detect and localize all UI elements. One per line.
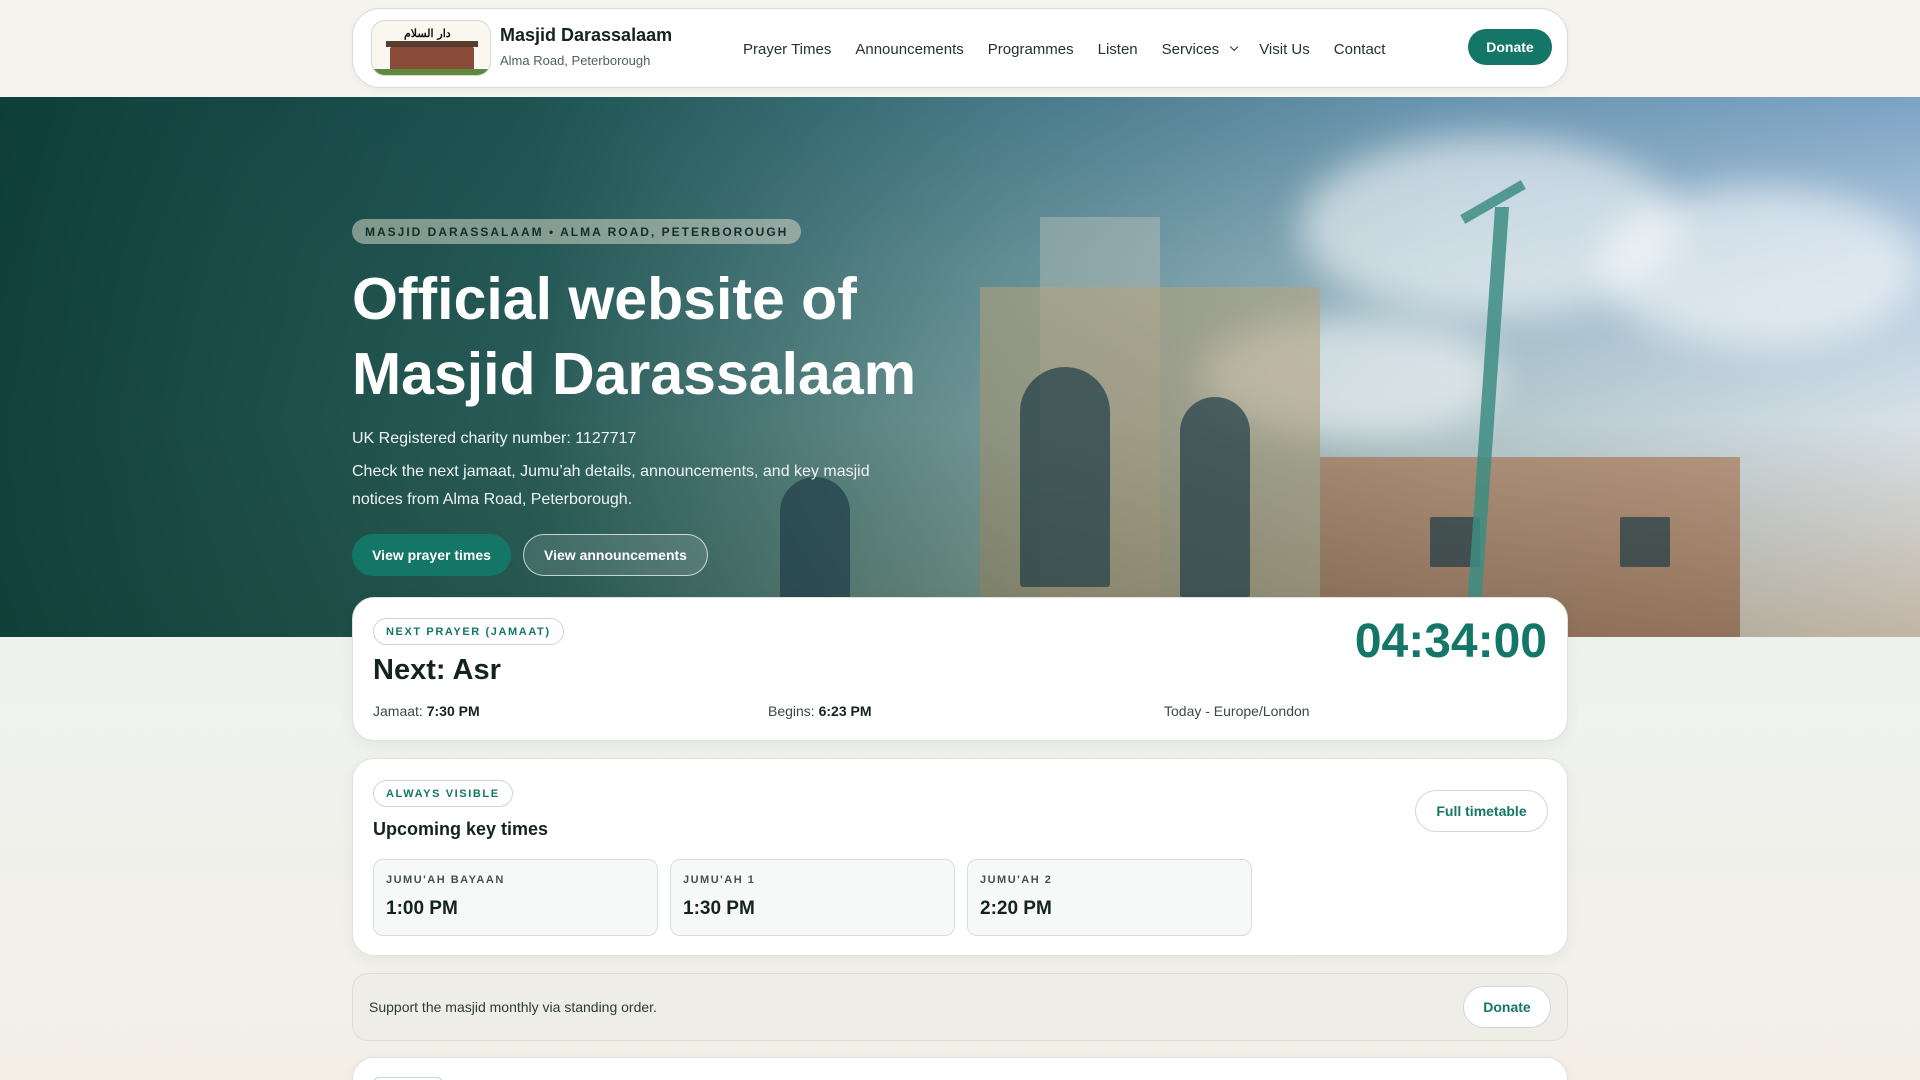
chevron-down-icon xyxy=(1230,42,1239,52)
hero-description: Check the next jamaat, Jumu’ah details, … xyxy=(352,463,870,508)
key-times-title: Upcoming key times xyxy=(373,819,549,839)
key-time-tile: JUMU'AH 1 1:30 PM xyxy=(670,859,955,936)
tile-label: JUMU'AH BAYAAN xyxy=(386,874,505,886)
support-text: Support the masjid monthly via standing … xyxy=(369,999,657,1015)
full-timetable-button[interactable]: Full timetable xyxy=(1415,790,1548,832)
site-header: دار السلام Masjid Darassalaam Alma Road,… xyxy=(352,8,1568,88)
main-nav: Prayer Times Announcements Programmes Li… xyxy=(743,9,1409,89)
timezone-label: Today - Europe/London xyxy=(1164,703,1310,719)
nav-listen[interactable]: Listen xyxy=(1098,41,1138,58)
brand-name[interactable]: Masjid Darassalaam xyxy=(500,25,672,46)
begins-value: 6:23 PM xyxy=(818,703,872,719)
always-visible-badge: ALWAYS VISIBLE xyxy=(373,780,513,807)
next-section-card xyxy=(352,1057,1568,1080)
tile-time: 2:20 PM xyxy=(980,898,1052,919)
begins-time: Begins: 6:23 PM xyxy=(768,703,872,719)
view-prayer-times-button[interactable]: View prayer times xyxy=(352,534,511,576)
jamaat-label: Jamaat: xyxy=(373,703,423,719)
tile-label: JUMU'AH 1 xyxy=(683,874,756,886)
nav-services[interactable]: Services xyxy=(1161,40,1239,58)
key-times-card: ALWAYS VISIBLE Upcoming key times Full t… xyxy=(352,758,1568,956)
nav-announcements[interactable]: Announcements xyxy=(855,41,963,58)
jamaat-time: Jamaat: 7:30 PM xyxy=(373,703,480,719)
nav-prayer-times[interactable]: Prayer Times xyxy=(743,41,831,58)
logo-arabic-text: دار السلام xyxy=(404,27,451,40)
key-time-tile: JUMU'AH BAYAAN 1:00 PM xyxy=(373,859,658,936)
next-prayer-title: Next: Asr xyxy=(373,654,501,686)
charity-number: UK Registered charity number: 1127717 xyxy=(352,430,637,447)
tile-label: JUMU'AH 2 xyxy=(980,874,1053,886)
support-donate-button[interactable]: Donate xyxy=(1463,986,1551,1028)
next-prayer-badge: NEXT PRAYER (JAMAAT) xyxy=(373,618,564,645)
next-prayer-card: NEXT PRAYER (JAMAAT) Next: Asr 04:34:00 … xyxy=(352,597,1568,741)
nav-programmes[interactable]: Programmes xyxy=(988,41,1074,58)
prayer-countdown: 04:34:00 xyxy=(1354,615,1547,668)
brand-location: Alma Road, Peterborough xyxy=(500,53,651,68)
nav-contact[interactable]: Contact xyxy=(1334,41,1386,58)
hero-eyebrow: MASJID DARASSALAAM • ALMA ROAD, PETERBOR… xyxy=(352,219,802,244)
tile-time: 1:30 PM xyxy=(683,898,755,919)
view-announcements-button[interactable]: View announcements xyxy=(523,534,708,576)
hero-title: Official website of Masjid Darassalaam xyxy=(352,266,917,407)
header-donate-button[interactable]: Donate xyxy=(1468,29,1552,65)
key-time-tile: JUMU'AH 2 2:20 PM xyxy=(967,859,1252,936)
jamaat-value: 7:30 PM xyxy=(426,703,480,719)
site-logo[interactable]: دار السلام xyxy=(371,20,491,76)
nav-services-label: Services xyxy=(1161,40,1220,58)
support-banner: Support the masjid monthly via standing … xyxy=(352,973,1568,1041)
tile-time: 1:00 PM xyxy=(386,898,458,919)
begins-label: Begins: xyxy=(768,703,815,719)
nav-visit-us[interactable]: Visit Us xyxy=(1259,41,1310,58)
